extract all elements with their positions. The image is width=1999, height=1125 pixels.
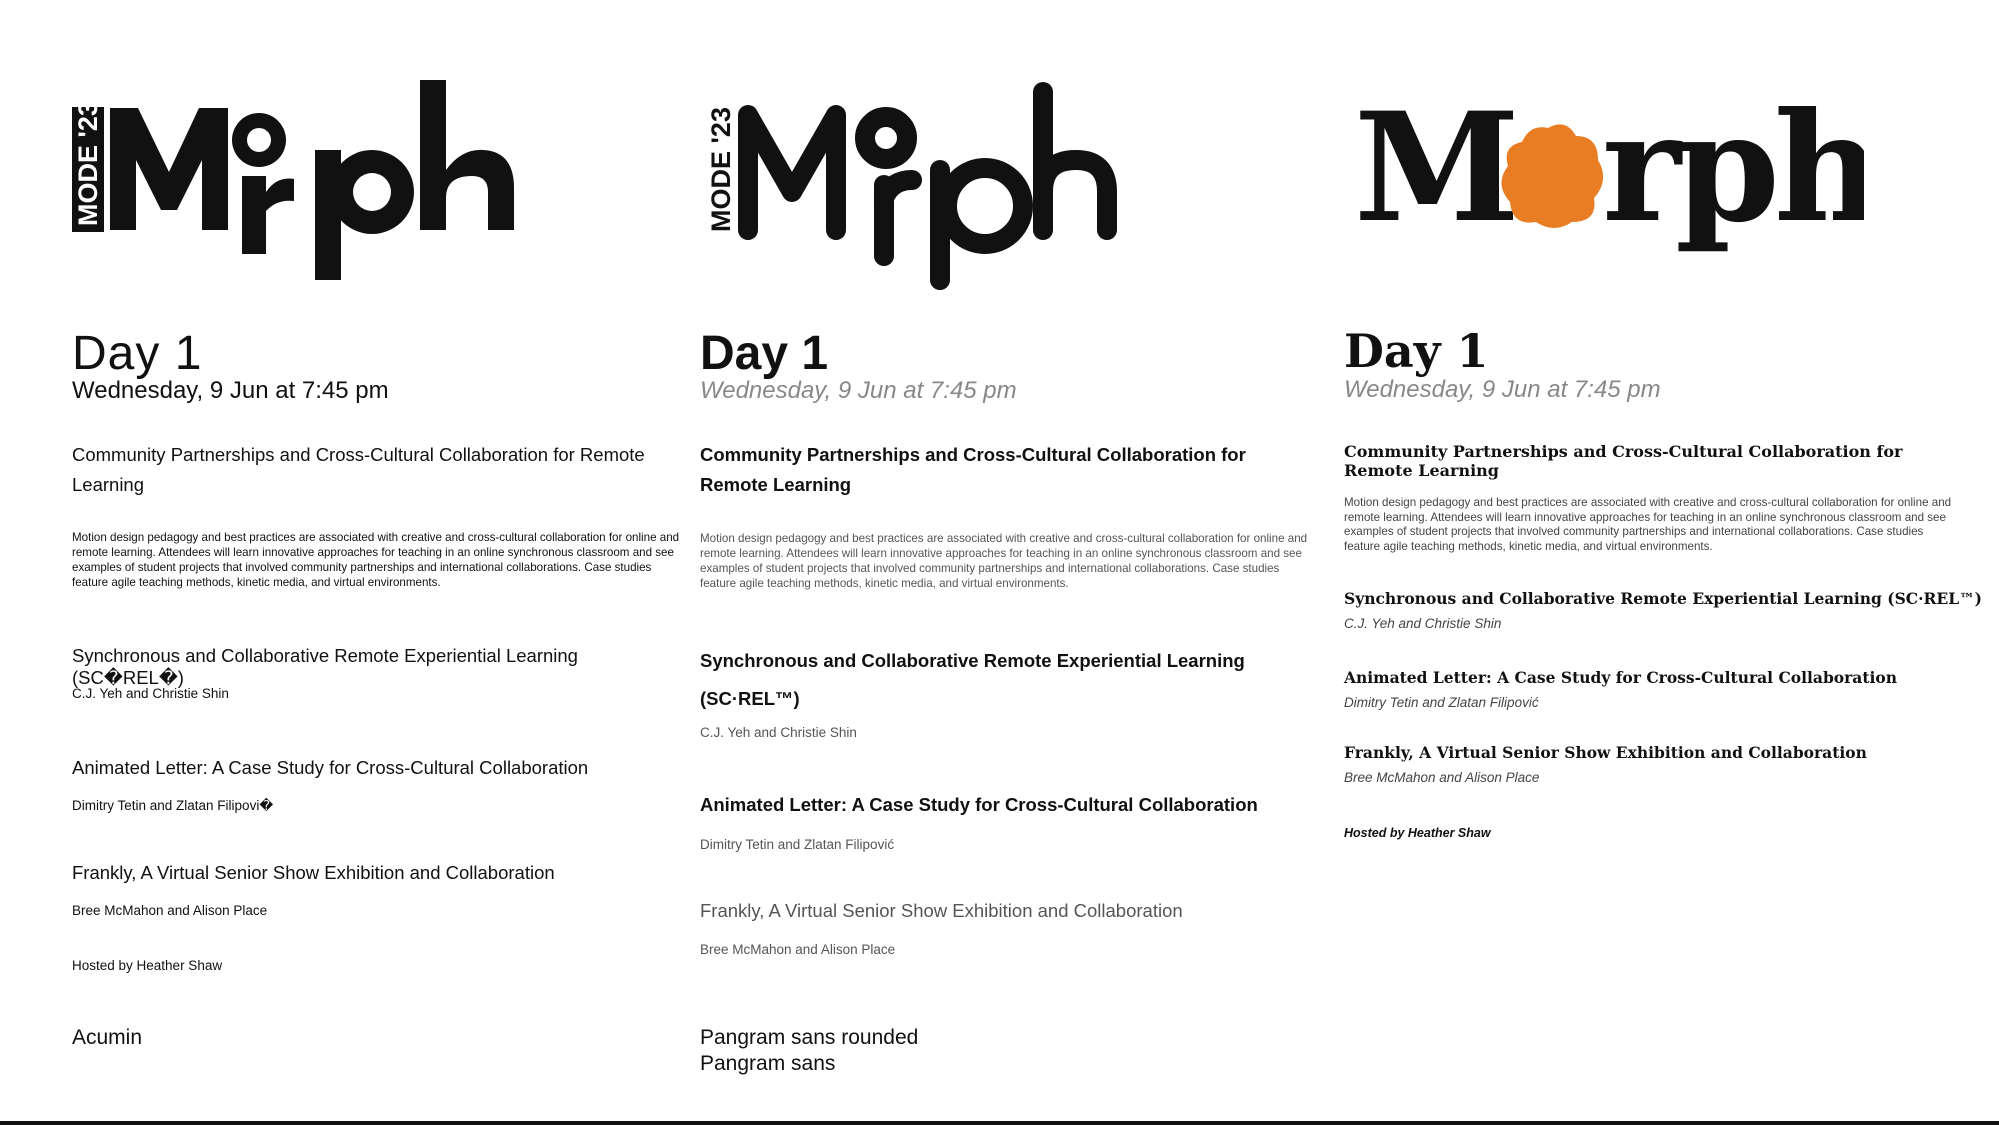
session-title: Community Partnerships and Cross-Cultura… — [1344, 442, 1903, 480]
talk-title: Frankly, A Virtual Senior Show Exhibitio… — [700, 900, 1183, 921]
mode23-tag: MODE '23 — [706, 107, 736, 232]
mode23-tag: MODE '23 — [72, 101, 104, 232]
talk-authors: Dimitry Tetin and Zlatan Filipović — [700, 837, 895, 852]
talk-authors: Dimitry Tetin and Zlatan Filipović — [1344, 695, 1539, 710]
talk-authors: Dimitry Tetin and Zlatan Filipovi� — [72, 798, 274, 813]
talk-title: Animated Letter: A Case Study for Cross-… — [1344, 668, 1898, 687]
session-description: Motion design pedagogy and best practice… — [72, 531, 680, 589]
talk-title: Synchronous and Collaborative Remote Exp… — [72, 645, 578, 688]
session-description: Motion design pedagogy and best practice… — [700, 532, 1308, 590]
talk-authors: C.J. Yeh and Christie Shin — [700, 725, 857, 740]
day-heading: Day 1 — [700, 327, 829, 380]
session-title: Community Partnerships and Cross-Cultura… — [72, 444, 645, 495]
talk-title: Frankly, A Virtual Senior Show Exhibitio… — [1344, 743, 1867, 762]
session-description: Motion design pedagogy and best practice… — [1344, 496, 1952, 553]
svg-text:MODE '23: MODE '23 — [706, 107, 736, 232]
host-credit: Hosted by Heather Shaw — [1344, 826, 1491, 840]
svg-text:M: M — [1354, 80, 1520, 256]
talk-title: Animated Letter: A Case Study for Cross-… — [700, 794, 1258, 815]
morph-logo-graphic: M rph — [1354, 80, 1864, 256]
morph-letters: M rph — [1354, 80, 1864, 256]
talk-authors: C.J. Yeh and Christie Shin — [72, 686, 229, 701]
talk-authors: C.J. Yeh and Christie Shin — [1344, 616, 1502, 631]
svg-text:rph: rph — [1602, 80, 1864, 256]
morph-logo-rounded: MODE '23 — [700, 80, 1180, 290]
morph-letters — [738, 82, 1117, 290]
talk-authors: Bree McMahon and Alison Place — [700, 942, 896, 957]
day-heading: Day 1 — [72, 327, 203, 380]
session-date: Wednesday, 9 Jun at 7:45 pm — [700, 377, 1017, 404]
session-date: Wednesday, 9 Jun at 7:45 pm — [1344, 376, 1661, 403]
talk-title: Frankly, A Virtual Senior Show Exhibitio… — [72, 862, 555, 883]
day-heading: Day 1 — [1344, 324, 1489, 378]
morph-logo-graphic: MODE '23 — [706, 82, 1117, 290]
talk-title: Synchronous and Collaborative Remote Exp… — [700, 650, 1245, 709]
morph-logo-serif: M rph — [1344, 80, 1864, 290]
talk-authors: Bree McMahon and Alison Place — [72, 903, 268, 918]
bottom-rule — [0, 1121, 1999, 1125]
session-date: Wednesday, 9 Jun at 7:45 pm — [72, 377, 389, 404]
font-label: Acumin — [72, 1026, 143, 1049]
morph-letters — [110, 80, 514, 280]
svg-text:MODE '23: MODE '23 — [73, 101, 103, 226]
talk-title: Synchronous and Collaborative Remote Exp… — [1344, 589, 1982, 608]
morph-logo-graphic: MODE '23 — [72, 80, 514, 280]
host-credit: Hosted by Heather Shaw — [72, 958, 223, 973]
session-title: Community Partnerships and Cross-Cultura… — [700, 444, 1246, 495]
font-label: Pangram sans — [700, 1052, 836, 1075]
talk-authors: Bree McMahon and Alison Place — [1344, 770, 1540, 785]
morph-logo-geometric: MODE '23 — [72, 80, 552, 290]
font-label: Pangram sans rounded — [700, 1026, 919, 1049]
talk-title: Animated Letter: A Case Study for Cross-… — [72, 757, 589, 778]
